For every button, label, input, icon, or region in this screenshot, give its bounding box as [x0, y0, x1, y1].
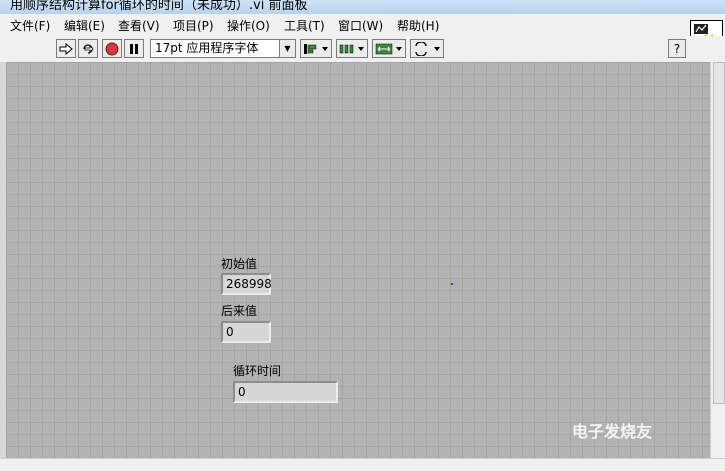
reorder-button[interactable] — [410, 39, 444, 58]
loop-time-indicator[interactable]: 0 — [233, 381, 338, 403]
later-value-label: 后来值 — [221, 304, 258, 318]
abort-icon — [105, 42, 119, 55]
menu-project[interactable]: 项目(P) — [173, 17, 214, 34]
run-continuously-icon — [83, 43, 94, 54]
later-value-indicator[interactable]: 0 — [221, 321, 271, 343]
initial-value-label: 初始值 — [221, 257, 258, 271]
run-button[interactable] — [56, 39, 76, 58]
align-objects-icon — [304, 43, 328, 54]
font-select-value: 17pt 应用程序字体 — [155, 41, 259, 55]
chevron-down-icon: ▼ — [279, 40, 295, 57]
font-select[interactable]: 17pt 应用程序字体 ▼ — [150, 39, 296, 58]
initial-value-indicator[interactable]: 268998 — [221, 273, 272, 295]
run-arrow-icon — [59, 42, 73, 55]
horizontal-scrollbar[interactable] — [0, 458, 725, 471]
pause-button[interactable] — [124, 39, 144, 58]
context-help-button[interactable]: ? — [668, 39, 686, 58]
front-panel-canvas[interactable] — [6, 62, 710, 458]
abort-button[interactable] — [102, 39, 122, 58]
title-bar: 用顺序结构计算for循环的时间（未成功）.vi 前面板 — [0, 0, 725, 14]
context-help-icon: ? — [673, 41, 681, 56]
menu-file[interactable]: 文件(F) — [10, 17, 50, 34]
distribute-objects-icon — [339, 44, 364, 53]
loop-time-label: 循环时间 — [233, 364, 282, 378]
reorder-icon — [415, 41, 440, 56]
menu-tools[interactable]: 工具(T) — [284, 17, 325, 34]
menu-edit[interactable]: 编辑(E) — [64, 17, 105, 34]
menu-window[interactable]: 窗口(W) — [338, 17, 383, 34]
canvas-dot — [451, 283, 453, 285]
window-title: 用顺序结构计算for循环的时间（未成功）.vi 前面板 — [10, 0, 308, 13]
distribute-objects-button[interactable] — [336, 39, 368, 58]
menu-help[interactable]: 帮助(H) — [397, 17, 439, 34]
vertical-scroll-thumb[interactable] — [713, 62, 725, 404]
align-objects-button[interactable] — [300, 39, 332, 58]
pause-icon — [130, 43, 138, 54]
watermark-text: 电子发烧友 — [572, 422, 653, 441]
toolbar: 17pt 应用程序字体 ▼ ? — [0, 36, 725, 63]
resize-objects-icon — [375, 43, 402, 54]
menu-view[interactable]: 查看(V) — [118, 17, 160, 34]
menu-operate[interactable]: 操作(O) — [227, 17, 270, 34]
vertical-scrollbar[interactable] — [710, 62, 725, 458]
menu-bar: 文件(F) 编辑(E) 查看(V) 项目(P) 操作(O) 工具(T) 窗口(W… — [0, 14, 725, 36]
resize-objects-button[interactable] — [372, 39, 406, 58]
run-continuously-button[interactable] — [78, 39, 98, 58]
